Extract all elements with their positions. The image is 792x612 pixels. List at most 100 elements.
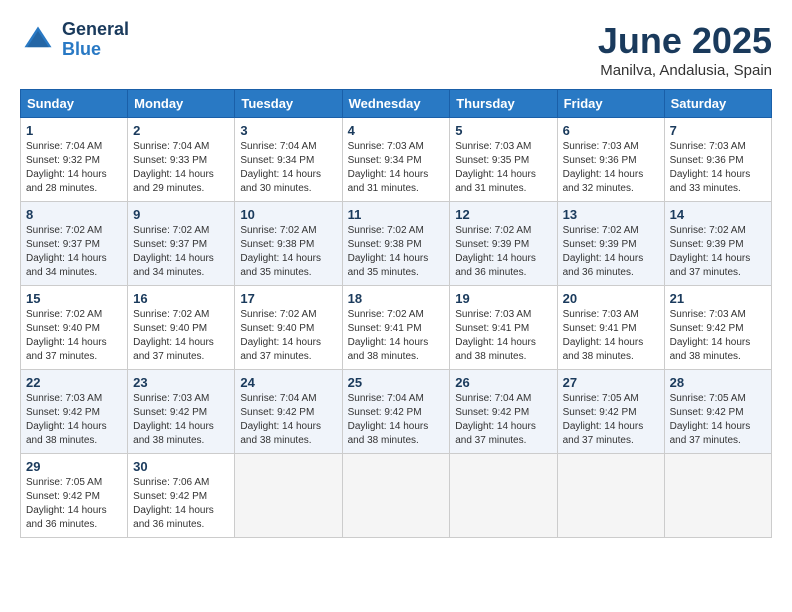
day-number: 15: [26, 291, 122, 306]
day-number: 16: [133, 291, 229, 306]
calendar-cell: [664, 454, 771, 538]
calendar-cell: 15 Sunrise: 7:02 AM Sunset: 9:40 PM Dayl…: [21, 286, 128, 370]
day-info: Sunrise: 7:02 AM Sunset: 9:39 PM Dayligh…: [563, 224, 659, 280]
day-info: Sunrise: 7:02 AM Sunset: 9:39 PM Dayligh…: [455, 224, 551, 280]
day-info: Sunrise: 7:04 AM Sunset: 9:42 PM Dayligh…: [240, 392, 336, 448]
weekday-monday: Monday: [128, 90, 235, 118]
day-info: Sunrise: 7:06 AM Sunset: 9:42 PM Dayligh…: [133, 476, 229, 532]
calendar-cell: 21 Sunrise: 7:03 AM Sunset: 9:42 PM Dayl…: [664, 286, 771, 370]
calendar-cell: 7 Sunrise: 7:03 AM Sunset: 9:36 PM Dayli…: [664, 118, 771, 202]
day-number: 23: [133, 375, 229, 390]
calendar-cell: 12 Sunrise: 7:02 AM Sunset: 9:39 PM Dayl…: [450, 202, 557, 286]
day-info: Sunrise: 7:04 AM Sunset: 9:33 PM Dayligh…: [133, 140, 229, 196]
calendar-table: SundayMondayTuesdayWednesdayThursdayFrid…: [20, 89, 772, 538]
calendar-week-5: 29 Sunrise: 7:05 AM Sunset: 9:42 PM Dayl…: [21, 454, 772, 538]
calendar-cell: 18 Sunrise: 7:02 AM Sunset: 9:41 PM Dayl…: [342, 286, 450, 370]
calendar-cell: 24 Sunrise: 7:04 AM Sunset: 9:42 PM Dayl…: [235, 370, 342, 454]
day-number: 3: [240, 123, 336, 138]
calendar-cell: 14 Sunrise: 7:02 AM Sunset: 9:39 PM Dayl…: [664, 202, 771, 286]
day-number: 19: [455, 291, 551, 306]
calendar-cell: 10 Sunrise: 7:02 AM Sunset: 9:38 PM Dayl…: [235, 202, 342, 286]
weekday-sunday: Sunday: [21, 90, 128, 118]
calendar-week-4: 22 Sunrise: 7:03 AM Sunset: 9:42 PM Dayl…: [21, 370, 772, 454]
day-number: 25: [348, 375, 445, 390]
day-info: Sunrise: 7:02 AM Sunset: 9:41 PM Dayligh…: [348, 308, 445, 364]
day-number: 30: [133, 459, 229, 474]
day-info: Sunrise: 7:03 AM Sunset: 9:42 PM Dayligh…: [670, 308, 766, 364]
calendar-cell: 3 Sunrise: 7:04 AM Sunset: 9:34 PM Dayli…: [235, 118, 342, 202]
calendar-cell: 19 Sunrise: 7:03 AM Sunset: 9:41 PM Dayl…: [450, 286, 557, 370]
calendar-cell: 28 Sunrise: 7:05 AM Sunset: 9:42 PM Dayl…: [664, 370, 771, 454]
day-number: 26: [455, 375, 551, 390]
day-number: 22: [26, 375, 122, 390]
calendar-cell: 20 Sunrise: 7:03 AM Sunset: 9:41 PM Dayl…: [557, 286, 664, 370]
day-info: Sunrise: 7:02 AM Sunset: 9:39 PM Dayligh…: [670, 224, 766, 280]
day-info: Sunrise: 7:02 AM Sunset: 9:40 PM Dayligh…: [133, 308, 229, 364]
weekday-header-row: SundayMondayTuesdayWednesdayThursdayFrid…: [21, 90, 772, 118]
calendar-cell: 16 Sunrise: 7:02 AM Sunset: 9:40 PM Dayl…: [128, 286, 235, 370]
page-header: General Blue June 2025 Manilva, Andalusi…: [20, 20, 772, 79]
calendar-cell: [450, 454, 557, 538]
calendar-week-1: 1 Sunrise: 7:04 AM Sunset: 9:32 PM Dayli…: [21, 118, 772, 202]
calendar-cell: 23 Sunrise: 7:03 AM Sunset: 9:42 PM Dayl…: [128, 370, 235, 454]
day-info: Sunrise: 7:03 AM Sunset: 9:42 PM Dayligh…: [26, 392, 122, 448]
day-number: 17: [240, 291, 336, 306]
logo: General Blue: [20, 20, 129, 60]
calendar-cell: [557, 454, 664, 538]
day-number: 20: [563, 291, 659, 306]
calendar-cell: 4 Sunrise: 7:03 AM Sunset: 9:34 PM Dayli…: [342, 118, 450, 202]
day-number: 18: [348, 291, 445, 306]
day-info: Sunrise: 7:04 AM Sunset: 9:32 PM Dayligh…: [26, 140, 122, 196]
day-info: Sunrise: 7:04 AM Sunset: 9:42 PM Dayligh…: [348, 392, 445, 448]
day-info: Sunrise: 7:02 AM Sunset: 9:40 PM Dayligh…: [240, 308, 336, 364]
day-info: Sunrise: 7:05 AM Sunset: 9:42 PM Dayligh…: [670, 392, 766, 448]
weekday-saturday: Saturday: [664, 90, 771, 118]
calendar-cell: 30 Sunrise: 7:06 AM Sunset: 9:42 PM Dayl…: [128, 454, 235, 538]
calendar-cell: 17 Sunrise: 7:02 AM Sunset: 9:40 PM Dayl…: [235, 286, 342, 370]
calendar-cell: 27 Sunrise: 7:05 AM Sunset: 9:42 PM Dayl…: [557, 370, 664, 454]
day-number: 14: [670, 207, 766, 222]
day-info: Sunrise: 7:04 AM Sunset: 9:34 PM Dayligh…: [240, 140, 336, 196]
month-title: June 2025: [598, 20, 772, 62]
day-info: Sunrise: 7:03 AM Sunset: 9:42 PM Dayligh…: [133, 392, 229, 448]
logo-text: General Blue: [62, 20, 129, 60]
calendar-cell: 29 Sunrise: 7:05 AM Sunset: 9:42 PM Dayl…: [21, 454, 128, 538]
day-info: Sunrise: 7:03 AM Sunset: 9:41 PM Dayligh…: [455, 308, 551, 364]
calendar-cell: [235, 454, 342, 538]
day-info: Sunrise: 7:02 AM Sunset: 9:37 PM Dayligh…: [26, 224, 122, 280]
day-number: 28: [670, 375, 766, 390]
weekday-tuesday: Tuesday: [235, 90, 342, 118]
calendar-cell: 2 Sunrise: 7:04 AM Sunset: 9:33 PM Dayli…: [128, 118, 235, 202]
day-number: 1: [26, 123, 122, 138]
calendar-cell: 25 Sunrise: 7:04 AM Sunset: 9:42 PM Dayl…: [342, 370, 450, 454]
day-number: 29: [26, 459, 122, 474]
day-number: 21: [670, 291, 766, 306]
day-info: Sunrise: 7:03 AM Sunset: 9:34 PM Dayligh…: [348, 140, 445, 196]
calendar-cell: 5 Sunrise: 7:03 AM Sunset: 9:35 PM Dayli…: [450, 118, 557, 202]
calendar-cell: 13 Sunrise: 7:02 AM Sunset: 9:39 PM Dayl…: [557, 202, 664, 286]
day-number: 8: [26, 207, 122, 222]
day-info: Sunrise: 7:02 AM Sunset: 9:40 PM Dayligh…: [26, 308, 122, 364]
day-number: 4: [348, 123, 445, 138]
logo-icon: [20, 22, 56, 58]
day-number: 11: [348, 207, 445, 222]
weekday-friday: Friday: [557, 90, 664, 118]
location-subtitle: Manilva, Andalusia, Spain: [598, 62, 772, 79]
day-info: Sunrise: 7:05 AM Sunset: 9:42 PM Dayligh…: [563, 392, 659, 448]
calendar-cell: 1 Sunrise: 7:04 AM Sunset: 9:32 PM Dayli…: [21, 118, 128, 202]
calendar-cell: 6 Sunrise: 7:03 AM Sunset: 9:36 PM Dayli…: [557, 118, 664, 202]
day-info: Sunrise: 7:03 AM Sunset: 9:36 PM Dayligh…: [563, 140, 659, 196]
weekday-thursday: Thursday: [450, 90, 557, 118]
day-number: 24: [240, 375, 336, 390]
title-block: June 2025 Manilva, Andalusia, Spain: [598, 20, 772, 79]
day-info: Sunrise: 7:02 AM Sunset: 9:38 PM Dayligh…: [240, 224, 336, 280]
calendar-cell: 8 Sunrise: 7:02 AM Sunset: 9:37 PM Dayli…: [21, 202, 128, 286]
day-number: 2: [133, 123, 229, 138]
calendar-week-3: 15 Sunrise: 7:02 AM Sunset: 9:40 PM Dayl…: [21, 286, 772, 370]
day-number: 9: [133, 207, 229, 222]
calendar-cell: 26 Sunrise: 7:04 AM Sunset: 9:42 PM Dayl…: [450, 370, 557, 454]
weekday-wednesday: Wednesday: [342, 90, 450, 118]
calendar-cell: [342, 454, 450, 538]
calendar-cell: 22 Sunrise: 7:03 AM Sunset: 9:42 PM Dayl…: [21, 370, 128, 454]
day-info: Sunrise: 7:03 AM Sunset: 9:41 PM Dayligh…: [563, 308, 659, 364]
